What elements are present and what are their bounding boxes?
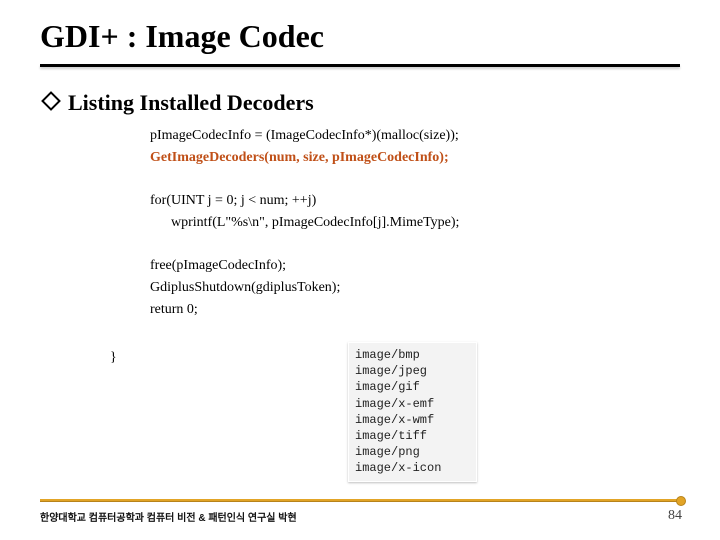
code-line: pImageCodecInfo = (ImageCodecInfo*)(mall… [150, 128, 459, 143]
code-line: return 0; [150, 302, 198, 317]
divider-dot-icon [676, 496, 686, 506]
diamond-bullet-icon [41, 91, 61, 111]
slide: GDI+ : Image Codec Listing Installed Dec… [0, 0, 720, 540]
output-box: image/bmp image/jpeg image/gif image/x-e… [348, 342, 477, 482]
page-number: 84 [668, 508, 682, 524]
subheading-text: Listing Installed Decoders [68, 90, 314, 115]
divider-top [40, 64, 680, 67]
code-line: GdiplusShutdown(gdiplusToken); [150, 280, 340, 295]
divider-bottom [40, 499, 680, 502]
footer-affiliation: 한양대학교 컴퓨터공학과 컴퓨터 비전 & 패턴인식 연구실 박현 [40, 509, 297, 524]
code-line: wprintf(L"%s\n", pImageCodecInfo[j].Mime… [150, 215, 459, 230]
code-block: pImageCodecInfo = (ImageCodecInfo*)(mall… [150, 125, 459, 320]
code-line: for(UINT j = 0; j < num; ++j) [150, 193, 316, 208]
closing-brace: } [110, 350, 117, 366]
code-line-highlight: GetImageDecoders(num, size, pImageCodecI… [150, 150, 449, 165]
slide-title: GDI+ : Image Codec [40, 18, 324, 55]
code-line: free(pImageCodecInfo); [150, 258, 286, 273]
bullet-heading: Listing Installed Decoders [44, 90, 314, 116]
